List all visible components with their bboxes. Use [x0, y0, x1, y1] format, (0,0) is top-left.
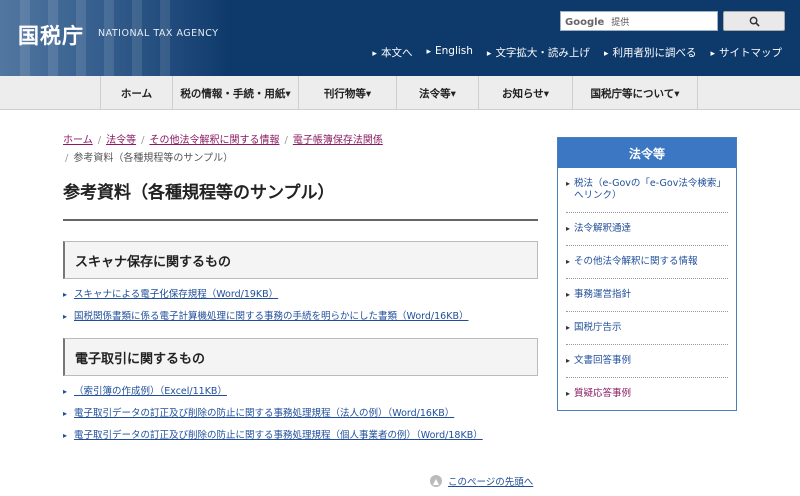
breadcrumb-other-interpretation[interactable]: その他法令解釈に関する情報	[149, 135, 279, 146]
gnav-item-publications[interactable]: 刊行物等▾	[298, 76, 396, 110]
utility-links: 本文へ English 文字拡大・読み上げ 利用者別に調べる サイトマップ	[372, 45, 782, 60]
section-links-scanner: スキャナによる電子化保存規程（Word/19KB） 国税関係書類に係る電子計算機…	[63, 288, 538, 324]
doc-link[interactable]: （索引簿の作成例）（Excel/11KB）	[63, 385, 538, 399]
site-search: Google 提供	[560, 11, 785, 31]
global-nav: ホーム 税の情報・手続・用紙▾ 刊行物等▾ 法令等▾ お知らせ▾ 国税庁等につい…	[0, 76, 800, 110]
page-title: 参考資料（各種規程等のサンプル）	[63, 178, 538, 221]
breadcrumb-current: 参考資料（各種規程等のサンプル）	[73, 153, 234, 164]
main-content: ホーム / 法令等 / その他法令解釈に関する情報 / 電子帳簿保存法関係 / 参考資料（各種…	[63, 132, 538, 451]
side-nav-item-qa[interactable]: 質疑応答事例	[566, 378, 728, 410]
side-nav-title[interactable]: 法令等	[558, 138, 736, 168]
site-logo-en: NATIONAL TAX AGENCY	[98, 28, 219, 39]
google-brand: Google	[565, 17, 605, 28]
side-nav-item-circulars[interactable]: 法令解釈通達	[566, 213, 728, 246]
breadcrumb-e-book[interactable]: 電子帳簿保存法関係	[293, 135, 383, 146]
breadcrumb-home[interactable]: ホーム	[63, 135, 93, 146]
util-link-by-user[interactable]: 利用者別に調べる	[604, 45, 696, 60]
side-nav-item-written-answers[interactable]: 文書回答事例	[566, 345, 728, 378]
doc-link[interactable]: 国税関係書類に係る電子計算機処理に関する事務の手続を明らかにした書類（Word/…	[63, 310, 538, 324]
section-heading-e-transaction: 電子取引に関するもの	[63, 338, 538, 376]
search-placeholder: 提供	[611, 18, 630, 28]
search-input[interactable]: Google 提供	[560, 11, 718, 31]
search-icon	[749, 12, 760, 31]
page-top-label: このページの先頭へ	[448, 477, 534, 488]
site-logo[interactable]: 国税庁	[18, 20, 84, 50]
section-links-e-transaction: （索引簿の作成例）（Excel/11KB） 電子取引データの訂正及び削除の防止に…	[63, 385, 538, 443]
gnav-item-news[interactable]: お知らせ▾	[478, 76, 572, 110]
gnav-item-laws[interactable]: 法令等▾	[396, 76, 478, 110]
side-nav-item-other-interpretation[interactable]: その他法令解釈に関する情報	[566, 246, 728, 279]
gnav-item-home[interactable]: ホーム	[100, 76, 172, 110]
search-button[interactable]	[723, 11, 785, 31]
util-link-skip-to-content[interactable]: 本文へ	[372, 45, 413, 60]
doc-link[interactable]: 電子取引データの訂正及び削除の防止に関する事務処理規程（法人の例）（Word/1…	[63, 407, 538, 421]
gnav-item-about[interactable]: 国税庁等について▾	[572, 76, 698, 110]
doc-link[interactable]: 電子取引データの訂正及び削除の防止に関する事務処理規程（個人事業者の例）（Wor…	[63, 429, 538, 443]
section-heading-scanner: スキャナ保存に関するもの	[63, 241, 538, 279]
side-nav-item-guidelines[interactable]: 事務運営指針	[566, 279, 728, 312]
util-link-english[interactable]: English	[426, 45, 473, 60]
arrow-up-icon: ▲	[430, 475, 442, 487]
side-nav: 法令等 税法（e-Govの「e-Gov法令検索」へリンク） 法令解釈通達 その他…	[557, 137, 737, 411]
page-top-link[interactable]: ▲ このページの先頭へ	[430, 474, 533, 488]
side-nav-item-notices[interactable]: 国税庁告示	[566, 312, 728, 345]
util-link-accessibility[interactable]: 文字拡大・読み上げ	[487, 45, 590, 60]
breadcrumb-laws[interactable]: 法令等	[106, 135, 136, 146]
side-nav-item-tax-law[interactable]: 税法（e-Govの「e-Gov法令検索」へリンク）	[566, 168, 728, 213]
site-header: 国税庁 NATIONAL TAX AGENCY Google 提供 本文へ En…	[0, 0, 800, 76]
util-link-sitemap[interactable]: サイトマップ	[710, 45, 782, 60]
gnav-item-tax-info[interactable]: 税の情報・手続・用紙▾	[172, 76, 298, 110]
doc-link[interactable]: スキャナによる電子化保存規程（Word/19KB）	[63, 288, 538, 302]
breadcrumb: ホーム / 法令等 / その他法令解釈に関する情報 / 電子帳簿保存法関係 / 参考資料（各種…	[63, 135, 383, 164]
